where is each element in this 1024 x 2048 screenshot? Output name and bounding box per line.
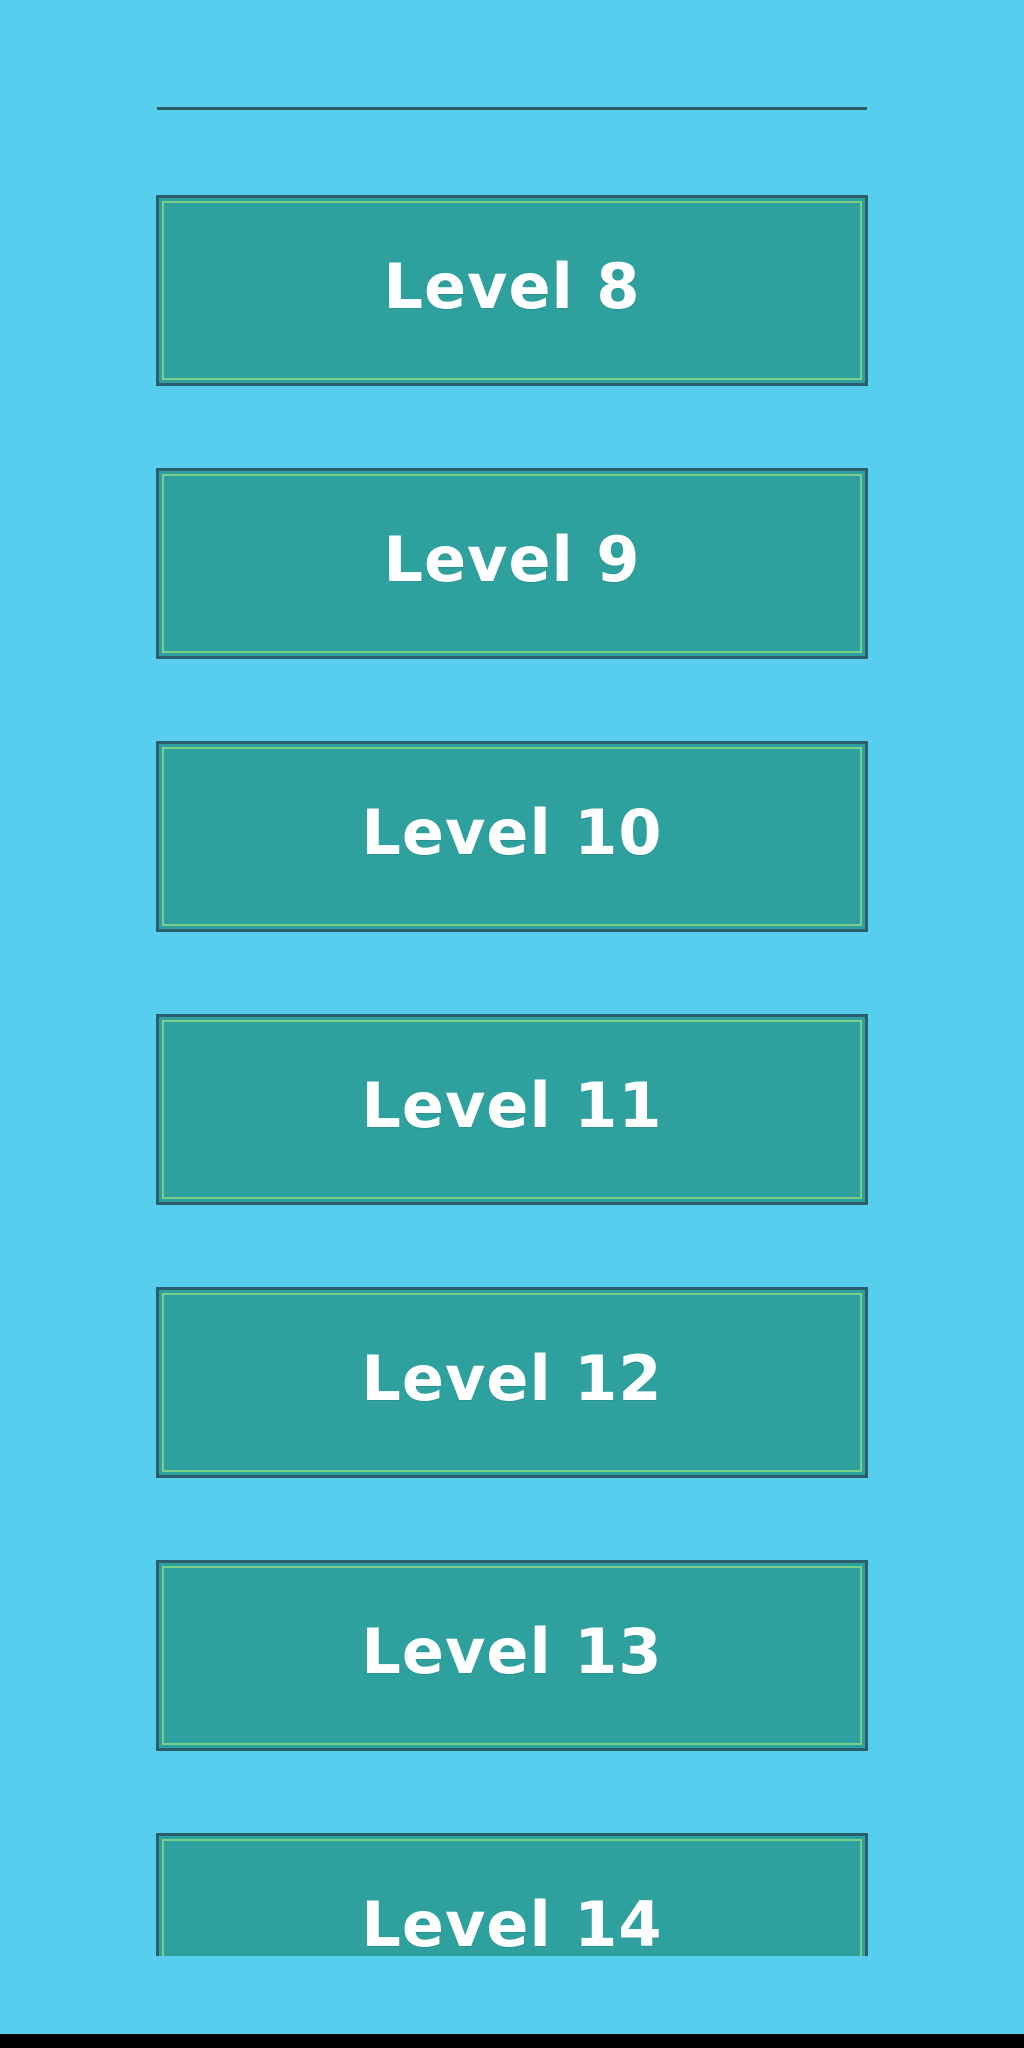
level-select-screen: Level 8 Level 9 Level 10 Level 11 Level … (0, 0, 1024, 2034)
level-8-button[interactable]: Level 8 (156, 195, 868, 386)
level-button-label: Level 10 (361, 796, 663, 869)
level-button-label: Level 13 (361, 1615, 663, 1688)
level-12-button[interactable]: Level 12 (156, 1287, 868, 1478)
level-list[interactable]: Level 8 Level 9 Level 10 Level 11 Level … (0, 120, 1024, 1956)
level-button-label: Level 11 (361, 1069, 663, 1142)
level-9-button[interactable]: Level 9 (156, 468, 868, 659)
level-10-button[interactable]: Level 10 (156, 741, 868, 932)
level-button-label: Level 12 (361, 1342, 663, 1415)
level-button-label: Level 14 (361, 1888, 663, 1956)
level-11-button[interactable]: Level 11 (156, 1014, 868, 1205)
system-nav-bar (0, 2034, 1024, 2048)
level-button-label: Level 8 (383, 250, 641, 323)
level-button-label: Level 9 (383, 523, 641, 596)
header-divider (157, 107, 867, 110)
level-13-button[interactable]: Level 13 (156, 1560, 868, 1751)
level-14-button[interactable]: Level 14 (156, 1833, 868, 1956)
